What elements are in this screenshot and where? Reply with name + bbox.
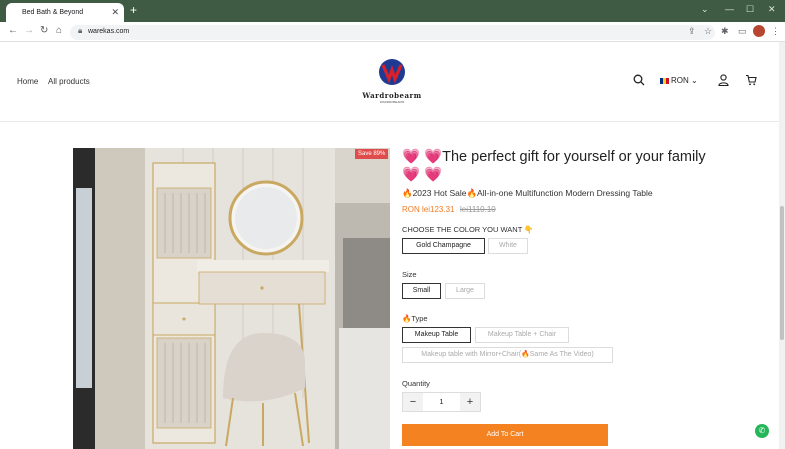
chevron-down-icon[interactable]: ⌄ [701, 4, 709, 15]
reload-icon[interactable]: ↻ [40, 25, 48, 36]
nav-home-link[interactable]: Home [17, 77, 38, 86]
minimize-icon[interactable]: — [725, 4, 734, 14]
size-option-small[interactable]: Small [402, 283, 441, 299]
maximize-icon[interactable]: ☐ [746, 4, 754, 15]
url-text: warekas.com [88, 28, 130, 35]
quantity-input[interactable]: 1 [423, 393, 460, 411]
tab-close-icon[interactable]: ✕ [111, 7, 119, 18]
quantity-stepper: − 1 + [402, 392, 481, 412]
currency-label: RON [671, 76, 689, 85]
chevron-down-icon: ⌄ [691, 76, 698, 85]
size-option-large[interactable]: Large [445, 283, 485, 299]
address-bar[interactable]: 🔒︎ warekas.com [70, 25, 715, 40]
compare-price: lei1110.10 [460, 205, 496, 214]
window-close-icon[interactable]: ✕ [768, 4, 776, 15]
add-to-cart-button[interactable]: Add To Cart [402, 424, 608, 446]
product-title: 💗 💗The perfect gift for yourself or your… [402, 149, 706, 183]
type-option-mirror-chair[interactable]: Makeup table with Mirror+Chair(🔥Same As … [402, 347, 613, 363]
romania-flag-icon [660, 77, 669, 84]
quantity-label: Quantity [402, 379, 430, 388]
type-label: 🔥Type [402, 314, 428, 323]
product-subtitle: 🔥2023 Hot Sale🔥All-in-one Multifunction … [402, 188, 653, 198]
whatsapp-chat-icon[interactable]: ✆ [755, 424, 769, 438]
logo-name: Wardrobearm [362, 91, 422, 100]
forward-icon[interactable]: → [24, 25, 34, 36]
color-option-white[interactable]: White [488, 238, 528, 254]
dressing-table-photo [73, 148, 390, 449]
browser-tab-strip: Bed Bath & Beyond ✕ + ⌄ — ☐ ✕ [0, 0, 785, 22]
color-option-gold-champagne[interactable]: Gold Champagne [402, 238, 485, 254]
account-icon[interactable] [718, 74, 729, 86]
profile-avatar[interactable] [753, 25, 765, 37]
save-badge: Save 89% [355, 149, 389, 159]
new-tab-button[interactable]: + [130, 3, 137, 17]
quantity-increase-button[interactable]: + [460, 393, 480, 411]
browser-toolbar: ← → ↻ ⌂ 🔒︎ warekas.com ⇪ ☆ ✱ ▭ ⋮ [0, 22, 785, 42]
bookmark-star-icon[interactable]: ☆ [704, 26, 712, 37]
color-option-label: CHOOSE THE COLOR YOU WANT 👇 [402, 225, 534, 234]
product-image[interactable] [73, 148, 390, 449]
currency-selector[interactable]: RON ⌄ [660, 76, 698, 85]
product-price: RON lei123.31 [402, 205, 455, 214]
logo-mark-icon [379, 59, 405, 85]
quantity-decrease-button[interactable]: − [403, 393, 423, 411]
home-icon[interactable]: ⌂ [56, 25, 62, 36]
tab-title: Bed Bath & Beyond [22, 9, 84, 16]
extensions-icon[interactable]: ✱ [721, 26, 729, 37]
cart-icon[interactable] [745, 74, 757, 86]
size-label: Size [402, 270, 417, 279]
side-panel-icon[interactable]: ▭ [738, 26, 747, 37]
type-option-makeup-table[interactable]: Makeup Table [402, 327, 471, 343]
share-icon[interactable]: ⇪ [688, 26, 696, 37]
back-icon[interactable]: ← [8, 25, 18, 36]
menu-dots-icon[interactable]: ⋮ [771, 26, 780, 37]
browser-tab[interactable]: Bed Bath & Beyond ✕ [6, 3, 124, 22]
search-icon[interactable] [633, 74, 645, 86]
type-option-makeup-table-chair[interactable]: Makeup Table + Chair [475, 327, 569, 343]
lock-icon: 🔒︎ [78, 26, 83, 35]
logo-subtext: WARDROBEARM [379, 100, 405, 104]
nav-all-products-link[interactable]: All products [48, 77, 90, 86]
site-logo[interactable]: Wardrobearm WARDROBEARM [360, 58, 424, 106]
scrollbar-thumb[interactable] [780, 206, 784, 340]
site-header: Home All products Wardrobearm WARDROBEAR… [0, 42, 780, 122]
